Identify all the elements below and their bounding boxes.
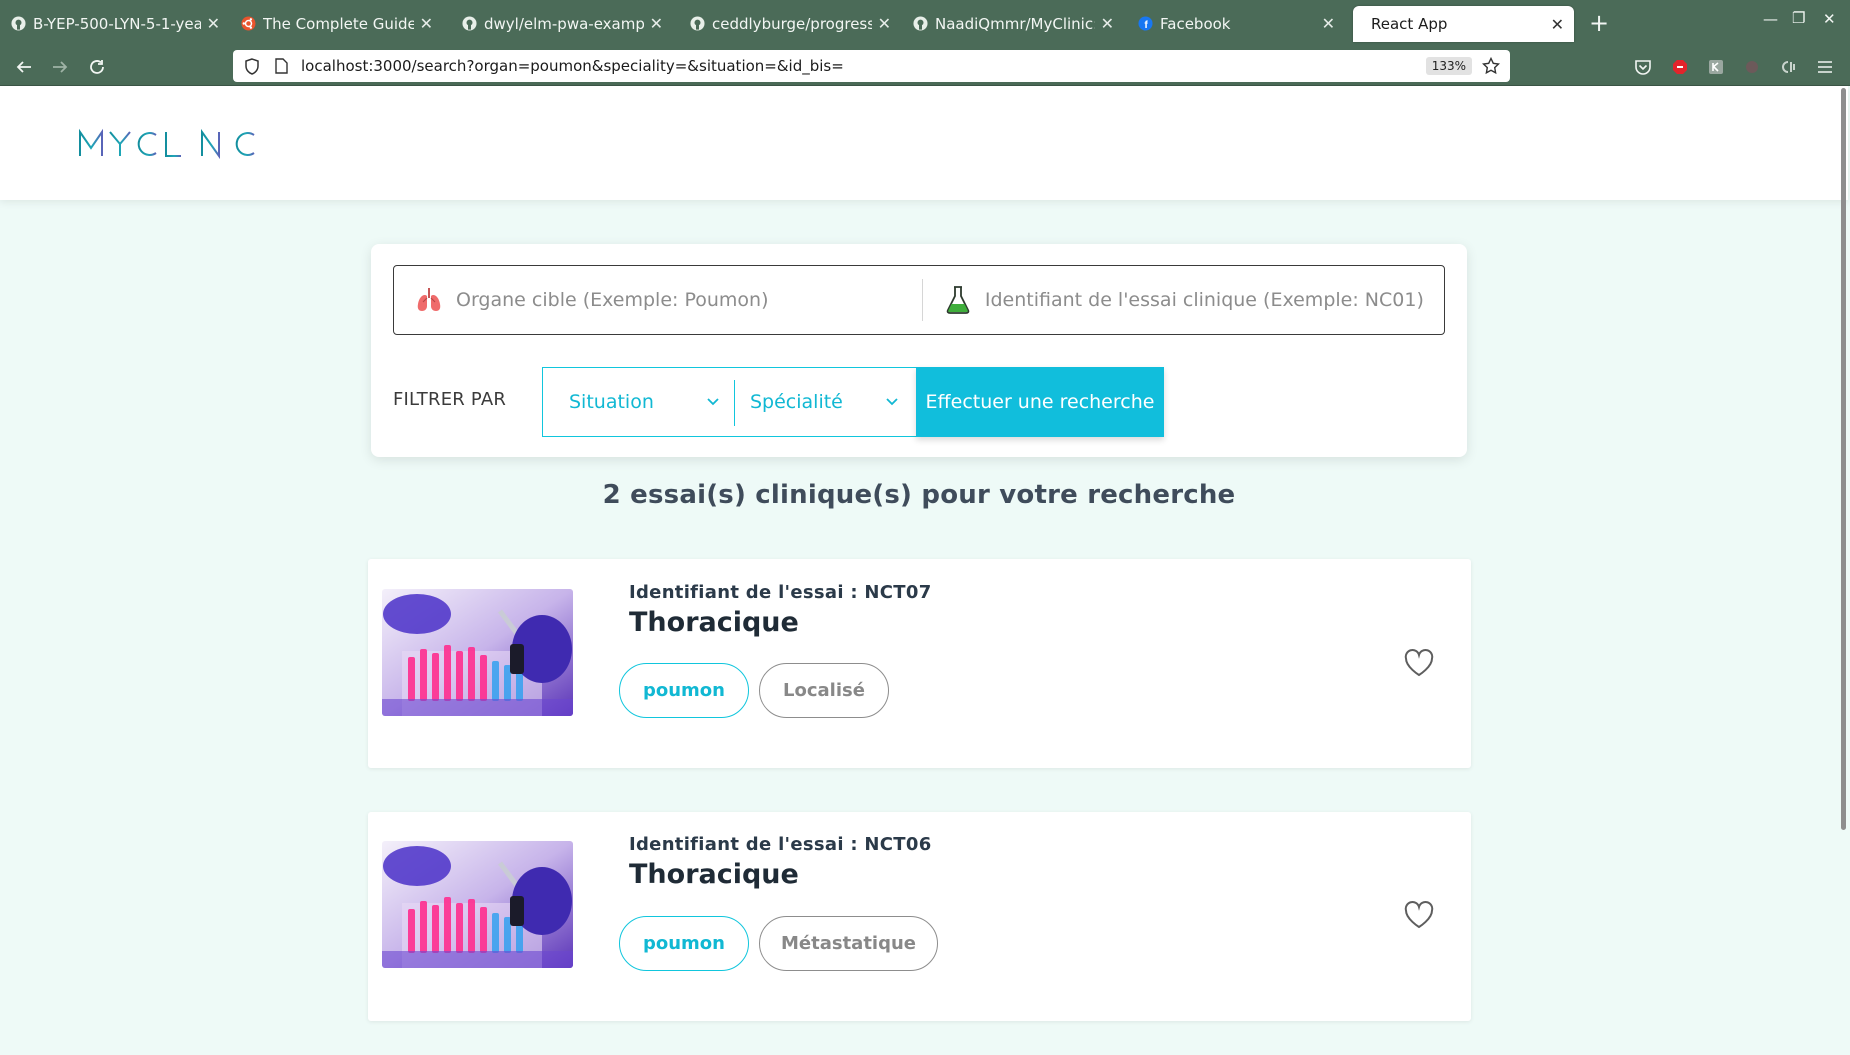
browser-tab[interactable]: NaadiQmmr/MyClinic: My ✕ (902, 5, 1124, 42)
trial-id: Identifiant de l'essai : NCT06 (629, 834, 932, 855)
situation-tag[interactable]: Métastatique (759, 916, 938, 971)
restore-icon[interactable]: ❐ (1792, 9, 1805, 27)
chevron-down-icon (886, 398, 898, 406)
tab-title: React App (1371, 15, 1448, 33)
browser-tab[interactable]: The Complete Guide to Re ✕ (230, 5, 443, 42)
close-tab-icon[interactable]: ✕ (1551, 15, 1564, 34)
github-icon (461, 16, 477, 32)
trial-title: Thoracique (629, 859, 799, 890)
organ-tag[interactable]: poumon (619, 916, 749, 971)
close-tab-icon[interactable]: ✕ (1101, 14, 1114, 33)
trial-id-field (923, 266, 1443, 334)
results-count: 2 essai(s) clinique(s) pour votre recher… (602, 480, 1236, 510)
forward-button[interactable] (46, 53, 74, 81)
adblock-icon[interactable] (1670, 57, 1690, 77)
tab-title: dwyl/elm-pwa-example: A (484, 14, 644, 33)
svg-text:f: f (1144, 20, 1148, 31)
url-text[interactable]: localhost:3000/search?organ=poumon&speci… (301, 57, 1426, 75)
search-panel: FILTRER PAR Situation Spécialité Effectu… (371, 244, 1467, 457)
browser-nav-bar: localhost:3000/search?organ=poumon&speci… (0, 47, 1850, 86)
browser-tab[interactable]: dwyl/elm-pwa-example: A ✕ (451, 5, 673, 42)
speciality-select[interactable]: Spécialité (733, 368, 916, 436)
site-header (0, 86, 1848, 200)
shield-icon (243, 57, 261, 75)
reload-icon (90, 60, 104, 74)
speciality-select-label: Spécialité (750, 391, 843, 413)
extension-k-icon[interactable] (1706, 57, 1726, 77)
minimize-icon[interactable]: — (1763, 10, 1778, 28)
bookmark-star-icon[interactable] (1482, 57, 1500, 75)
close-window-icon[interactable]: ✕ (1823, 10, 1836, 28)
ubuntu-icon (240, 16, 256, 32)
github-icon (912, 16, 928, 32)
browser-tab[interactable]: B-YEP-500-LYN-5-1-yearE ✕ (0, 5, 230, 42)
lungs-icon (414, 285, 444, 315)
tab-title: NaadiQmmr/MyClinic: My (935, 14, 1095, 33)
browser-tab-bar: B-YEP-500-LYN-5-1-yearE ✕ The Complete G… (0, 0, 1850, 47)
organ-tag[interactable]: poumon (619, 663, 749, 718)
close-tab-icon[interactable]: ✕ (207, 14, 220, 33)
trial-id-search-input[interactable] (984, 289, 1443, 311)
browser-tab-active[interactable]: React App ✕ (1353, 6, 1574, 42)
extension-dim-icon[interactable] (1742, 57, 1762, 77)
trial-title: Thoracique (629, 607, 799, 638)
lab-image (382, 841, 573, 968)
zoom-level[interactable]: 133% (1425, 57, 1472, 75)
filter-label: FILTRER PAR (393, 389, 507, 410)
browser-tab[interactable]: f Facebook ✕ (1127, 5, 1345, 42)
new-tab-button[interactable]: + (1584, 8, 1614, 38)
tab-title: The Complete Guide to Re (263, 14, 414, 33)
trial-card[interactable]: Identifiant de l'essai : NCT07 Thoraciqu… (368, 559, 1471, 768)
url-bar[interactable]: localhost:3000/search?organ=poumon&speci… (233, 50, 1510, 82)
scrollbar-thumb[interactable] (1841, 88, 1846, 830)
situation-tag[interactable]: Localisé (759, 663, 889, 718)
search-box (393, 265, 1445, 335)
myclinic-logo[interactable] (78, 126, 258, 162)
trial-id: Identifiant de l'essai : NCT07 (629, 582, 932, 603)
close-tab-icon[interactable]: ✕ (650, 14, 663, 33)
pocket-icon[interactable] (1633, 57, 1653, 77)
chevron-down-icon (707, 398, 719, 406)
page-scrollbar[interactable] (1838, 86, 1848, 1055)
close-tab-icon[interactable]: ✕ (878, 14, 891, 33)
extension-c-icon[interactable] (1778, 57, 1798, 77)
page-icon (273, 57, 289, 75)
github-icon (10, 16, 26, 32)
flask-icon (943, 285, 973, 315)
close-tab-icon[interactable]: ✕ (1322, 14, 1335, 33)
situation-select[interactable]: Situation (543, 368, 733, 436)
organ-search-input[interactable] (456, 289, 916, 311)
github-icon (689, 16, 705, 32)
arrow-left-icon (16, 61, 31, 73)
facebook-icon: f (1137, 16, 1153, 32)
reload-button[interactable] (83, 53, 111, 81)
filter-select-group: Situation Spécialité (542, 367, 917, 437)
arrow-right-icon (53, 61, 68, 73)
search-submit-button[interactable]: Effectuer une recherche (916, 367, 1164, 437)
tab-title: B-YEP-500-LYN-5-1-yearE (33, 14, 201, 33)
tab-title: ceddlyburge/progressive (712, 14, 872, 33)
heart-icon[interactable] (1404, 901, 1434, 929)
tab-title: Facebook (1160, 14, 1231, 33)
situation-select-label: Situation (569, 391, 654, 413)
menu-icon[interactable] (1815, 57, 1835, 77)
heart-icon[interactable] (1404, 649, 1434, 677)
trial-card[interactable]: Identifiant de l'essai : NCT06 Thoraciqu… (368, 812, 1471, 1021)
lab-image (382, 589, 573, 716)
organ-field (394, 266, 922, 334)
close-tab-icon[interactable]: ✕ (420, 14, 433, 33)
back-button[interactable] (10, 53, 38, 81)
browser-tab[interactable]: ceddlyburge/progressive ✕ (679, 5, 901, 42)
